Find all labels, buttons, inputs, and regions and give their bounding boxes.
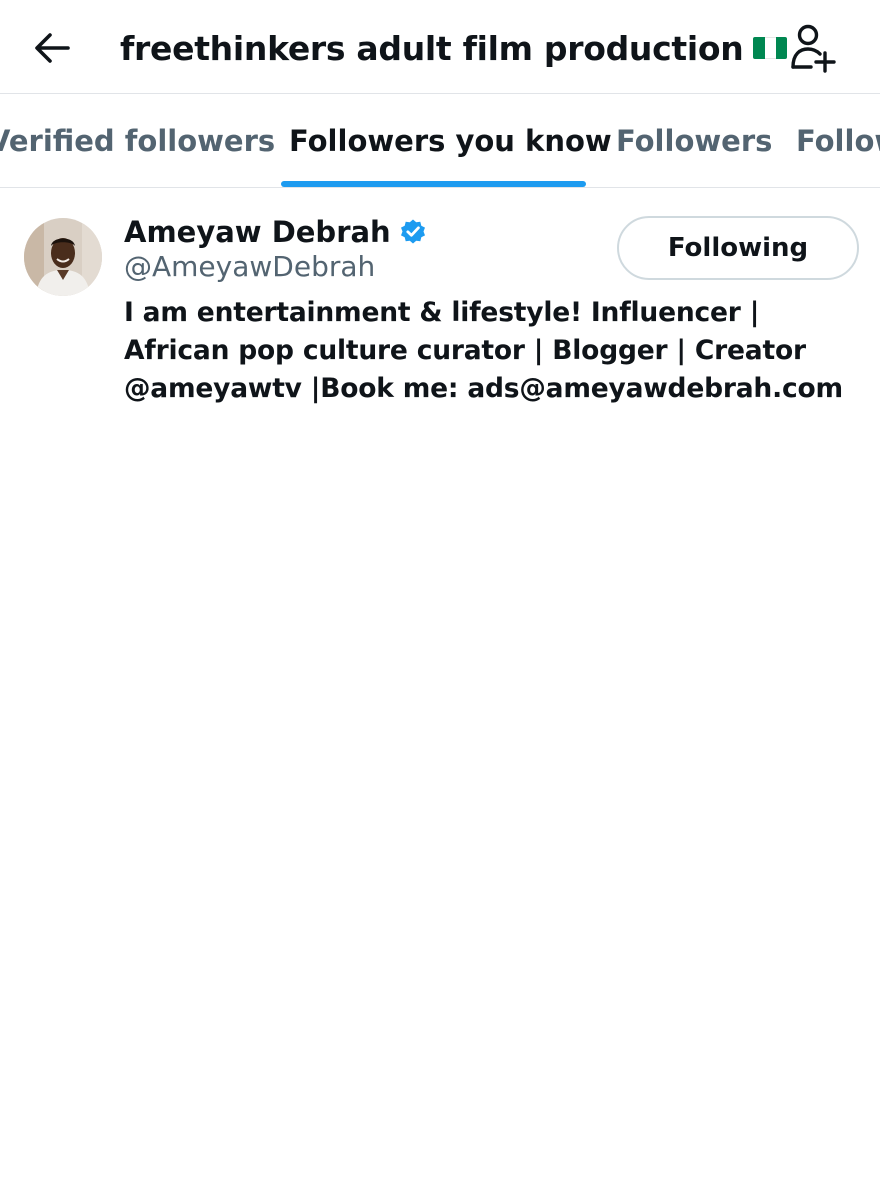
tab-following[interactable]: Follow [796, 94, 880, 187]
tab-followers-you-know[interactable]: Followers you know [289, 94, 612, 187]
verified-badge-icon [399, 218, 427, 246]
followers-screen: freethinkers adult film production Verif… [0, 0, 880, 1200]
add-user-button[interactable] [784, 20, 842, 76]
display-name[interactable]: Ameyaw Debrah [124, 215, 391, 249]
active-tab-indicator [281, 181, 586, 187]
page-title-wrap: freethinkers adult film production [120, 24, 788, 72]
tab-followers[interactable]: Followers [616, 94, 772, 187]
user-bio: I am entertainment & lifestyle! Influenc… [124, 297, 843, 404]
nigeria-flag-icon [753, 37, 788, 59]
page-title: freethinkers adult film production [120, 28, 744, 68]
following-button[interactable]: Following [617, 216, 859, 280]
back-button[interactable] [26, 22, 78, 74]
user-list-item[interactable]: Ameyaw Debrah @AmeyawDebrah Following I … [0, 188, 880, 428]
user-handle[interactable]: @AmeyawDebrah [124, 250, 375, 283]
avatar-image [24, 218, 102, 296]
tab-verified-followers[interactable]: Verified followers [0, 94, 275, 187]
top-bar: freethinkers adult film production [0, 0, 880, 94]
avatar[interactable] [24, 218, 102, 296]
arrow-left-icon [35, 33, 70, 63]
followers-tabs: Verified followers Followers you know Fo… [0, 94, 880, 188]
add-user-icon [791, 24, 836, 73]
user-name-line: Ameyaw Debrah [124, 212, 427, 252]
